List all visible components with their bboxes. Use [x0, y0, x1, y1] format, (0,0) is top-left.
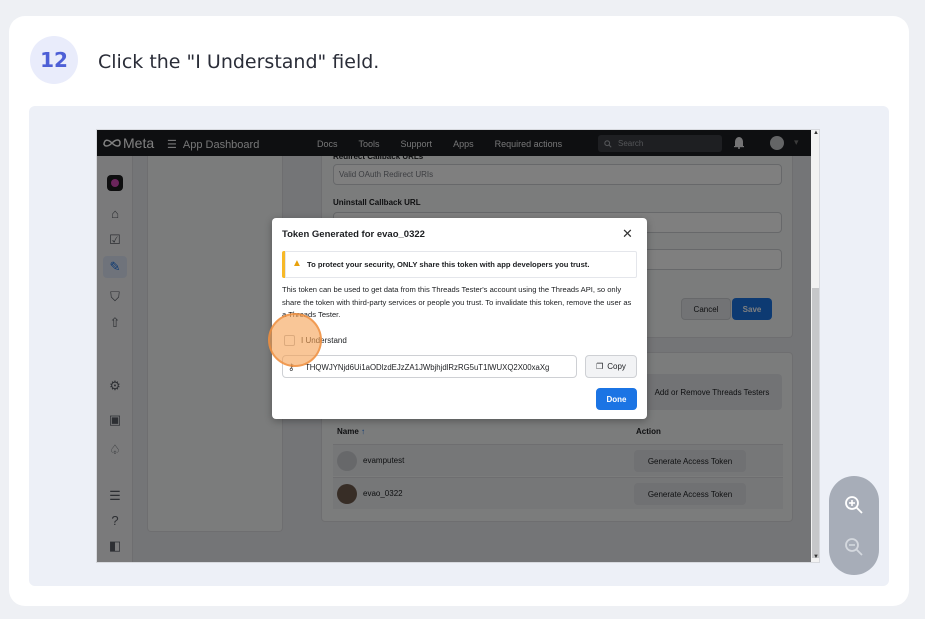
access-token-value: THQWJYNjd6Ui1aODlzdEJzZA1JWbjhjdlRzRG5uT… — [305, 363, 550, 372]
scroll-up-arrow-icon[interactable]: ▲ — [813, 130, 819, 136]
zoom-controls — [829, 476, 879, 575]
copy-icon: ❐ — [596, 362, 604, 371]
zoom-out-icon[interactable] — [844, 537, 864, 557]
security-warning: ▲ To protect your security, ONLY share t… — [282, 251, 637, 278]
copy-button[interactable]: ❐ Copy — [585, 355, 637, 378]
token-modal: Token Generated for evao_0322 ✕ ▲ To pro… — [272, 218, 647, 419]
scroll-down-arrow-icon[interactable]: ▼ — [813, 554, 819, 560]
modal-title: Token Generated for evao_0322 — [282, 229, 425, 240]
warning-text: To protect your security, ONLY share thi… — [307, 260, 590, 269]
scrollbar-thumb[interactable] — [812, 288, 819, 558]
zoom-in-icon[interactable] — [844, 495, 864, 515]
token-description: This token can be used to get data from … — [282, 285, 632, 319]
step-instruction: Click the "I Understand" field. — [98, 51, 380, 73]
copy-label: Copy — [607, 362, 626, 371]
step-number-badge: 12 — [30, 36, 78, 84]
scrollbar[interactable]: ▲ ▼ — [811, 130, 819, 562]
screenshot: Meta ☰ App Dashboard Docs Tools Support … — [96, 129, 820, 563]
access-token-field[interactable]: ⚷ THQWJYNjd6Ui1aODlzdEJzZA1JWbjhjdlRzRG5… — [282, 355, 577, 378]
close-icon[interactable]: ✕ — [622, 226, 633, 242]
warning-icon: ▲ — [292, 258, 302, 269]
done-button[interactable]: Done — [596, 388, 637, 410]
click-target-highlight — [268, 313, 322, 367]
